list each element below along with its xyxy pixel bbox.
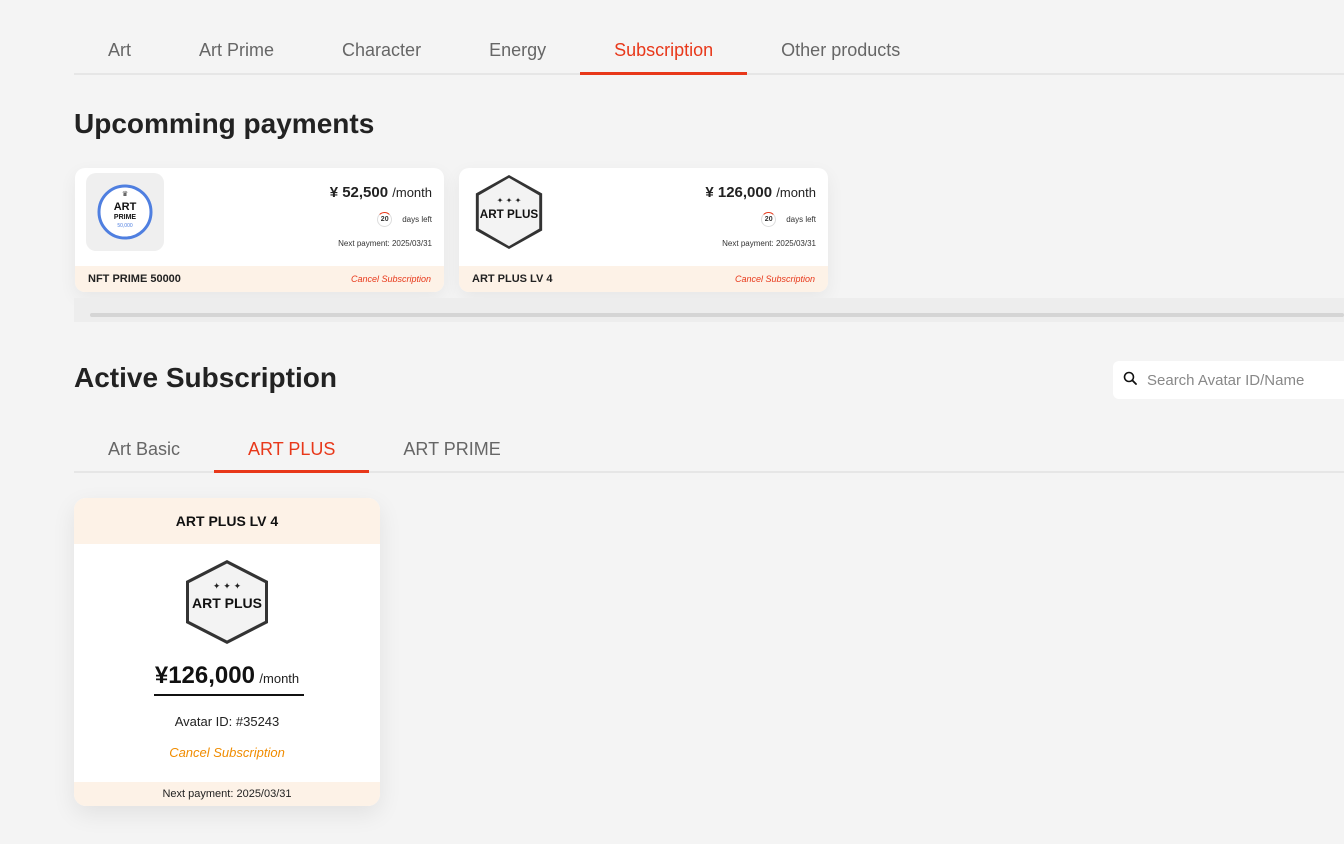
- tab-art-basic[interactable]: Art Basic: [74, 428, 214, 473]
- tab-subscription[interactable]: Subscription: [580, 28, 748, 75]
- tab-energy[interactable]: Energy: [455, 28, 580, 75]
- days-left: 20 days left: [377, 212, 432, 227]
- svg-text:✦ ✦ ✦: ✦ ✦ ✦: [497, 196, 522, 205]
- search-icon: [1123, 371, 1137, 390]
- svg-text:ART PLUS: ART PLUS: [192, 595, 262, 611]
- active-subscription-title: Active Subscription: [74, 362, 337, 393]
- art-prime-logo-icon: ♛ ART PRIME 50,000: [86, 173, 164, 251]
- next-payment-date: Next payment: 2025/03/31: [74, 782, 380, 806]
- product-name: ART PLUS LV 4: [472, 273, 553, 285]
- upcoming-payments-title: Upcomming payments: [74, 108, 375, 139]
- tab-art-prime-tier[interactable]: ART PRIME: [369, 428, 534, 473]
- subscription-tier-tabs: Art Basic ART PLUS ART PRIME: [74, 428, 1344, 473]
- svg-text:♛: ♛: [122, 190, 128, 198]
- svg-text:ART: ART: [114, 201, 137, 213]
- cancel-subscription-link[interactable]: Cancel Subscription: [351, 274, 431, 284]
- tab-art-prime[interactable]: Art Prime: [165, 28, 308, 75]
- price-underline: [154, 694, 304, 696]
- payment-card-footer: ART PLUS LV 4 Cancel Subscription: [459, 266, 828, 292]
- cancel-subscription-link[interactable]: Cancel Subscription: [74, 745, 380, 760]
- payment-price: ¥ 126,000 /month: [705, 184, 816, 201]
- price-amount: ¥ 52,500: [329, 184, 389, 201]
- price-amount: ¥ 126,000: [705, 184, 773, 201]
- art-plus-badge-icon: ✦ ✦ ✦ ART PLUS: [182, 558, 272, 646]
- active-subscription-card: ART PLUS LV 4 ✦ ✦ ✦ ART PLUS ¥126,000 /m…: [74, 498, 380, 806]
- days-left-ring: 20: [377, 212, 393, 227]
- price-amount: ¥126,000: [154, 662, 255, 689]
- days-left: 20 days left: [761, 212, 816, 227]
- price-period: /month: [776, 185, 816, 200]
- price-period: /month: [392, 185, 432, 200]
- upcoming-scroll-area: [74, 298, 1344, 322]
- tab-art[interactable]: Art: [74, 28, 165, 75]
- avatar-id: Avatar ID: #35243: [174, 714, 280, 729]
- svg-text:50,000: 50,000: [117, 223, 133, 229]
- tab-character[interactable]: Character: [308, 28, 455, 75]
- next-payment-date: Next payment: 2025/03/31: [722, 239, 816, 248]
- next-payment-date: Next payment: 2025/03/31: [338, 239, 432, 248]
- product-name: NFT PRIME 50000: [88, 273, 181, 285]
- svg-text:✦ ✦ ✦: ✦ ✦ ✦: [213, 582, 242, 592]
- search-avatar-input[interactable]: [1147, 371, 1337, 389]
- art-plus-logo-icon: ✦ ✦ ✦ ART PLUS: [470, 173, 548, 251]
- upcoming-payment-card: ♛ ART PRIME 50,000 ¥ 52,500 /month 20 da…: [75, 168, 444, 292]
- days-left-label: days left: [402, 215, 432, 224]
- horizontal-scrollbar[interactable]: [90, 313, 1344, 317]
- subscription-card-title: ART PLUS LV 4: [74, 498, 380, 544]
- svg-text:ART PLUS: ART PLUS: [480, 208, 539, 221]
- payment-price: ¥ 52,500 /month: [330, 184, 432, 201]
- days-left-label: days left: [786, 215, 816, 224]
- category-tabs: Art Art Prime Character Energy Subscript…: [74, 28, 1344, 75]
- upcoming-payment-card: ✦ ✦ ✦ ART PLUS ¥ 126,000 /month 20 days …: [459, 168, 828, 292]
- subscription-price: ¥126,000 /month: [74, 662, 380, 690]
- svg-text:PRIME: PRIME: [114, 214, 137, 221]
- tab-other-products[interactable]: Other products: [747, 28, 934, 75]
- cancel-subscription-link[interactable]: Cancel Subscription: [735, 274, 815, 284]
- payment-card-footer: NFT PRIME 50000 Cancel Subscription: [75, 266, 444, 292]
- price-period: /month: [259, 671, 300, 686]
- search-box: [1113, 361, 1344, 399]
- days-left-ring: 20: [761, 212, 777, 227]
- tab-art-plus[interactable]: ART PLUS: [214, 428, 370, 473]
